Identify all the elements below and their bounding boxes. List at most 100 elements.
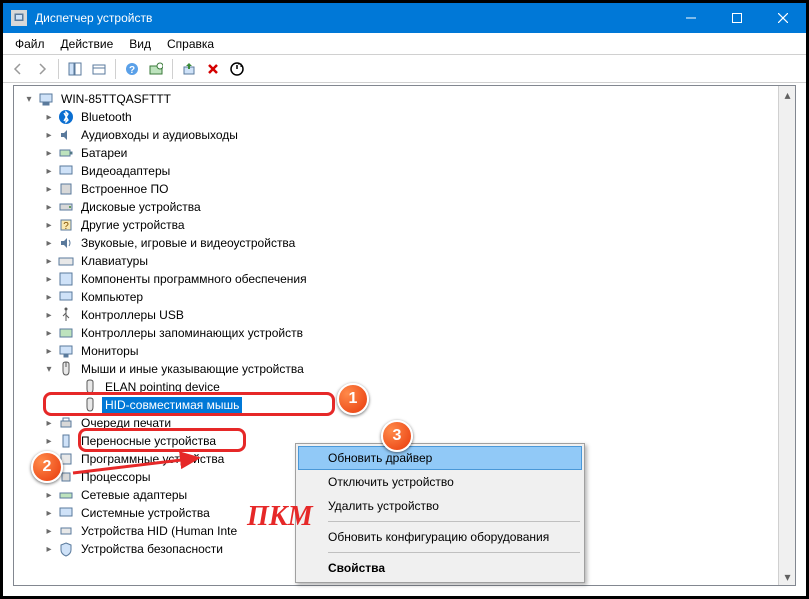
- tree-category[interactable]: ▸Батареи: [14, 144, 795, 162]
- minimize-button[interactable]: [668, 3, 714, 33]
- back-button[interactable]: [7, 58, 29, 80]
- disable-button[interactable]: [226, 58, 248, 80]
- printer-icon: [58, 415, 74, 431]
- tree-device-hid-mouse[interactable]: HID-совместимая мышь: [14, 396, 795, 414]
- computer-icon: [58, 289, 74, 305]
- tree-category[interactable]: ▸Контроллеры USB: [14, 306, 795, 324]
- chevron-right-icon[interactable]: ▸: [42, 326, 56, 340]
- tree-category[interactable]: ▸Дисковые устройства: [14, 198, 795, 216]
- menu-action[interactable]: Действие: [53, 34, 122, 54]
- battery-icon: [58, 145, 74, 161]
- badge-2: 2: [31, 451, 63, 483]
- properties-button[interactable]: [88, 58, 110, 80]
- chevron-right-icon[interactable]: ▸: [42, 416, 56, 430]
- portable-icon: [58, 433, 74, 449]
- update-driver-button[interactable]: [178, 58, 200, 80]
- tree-category[interactable]: ▸Контроллеры запоминающих устройств: [14, 324, 795, 342]
- chevron-right-icon[interactable]: ▸: [42, 272, 56, 286]
- menu-help[interactable]: Справка: [159, 34, 222, 54]
- chevron-right-icon[interactable]: ▸: [42, 146, 56, 160]
- chevron-right-icon[interactable]: ▸: [42, 308, 56, 322]
- firmware-icon: [58, 181, 74, 197]
- tree-root[interactable]: ▾ WIN-85TTQASFTTT: [14, 90, 795, 108]
- chevron-right-icon[interactable]: ▸: [42, 182, 56, 196]
- ctx-update-driver[interactable]: Обновить драйвер: [298, 446, 582, 470]
- mouse-icon: [82, 379, 98, 395]
- scroll-up-icon[interactable]: ▴: [779, 86, 796, 103]
- ctx-rescan[interactable]: Обновить конфигурацию оборудования: [298, 525, 582, 549]
- mouse-icon: [58, 361, 74, 377]
- chevron-right-icon[interactable]: ▸: [42, 236, 56, 250]
- tree-category[interactable]: ▸Клавиатуры: [14, 252, 795, 270]
- ctx-properties[interactable]: Свойства: [298, 556, 582, 580]
- bluetooth-icon: [58, 109, 74, 125]
- unknown-device-icon: ?: [58, 217, 74, 233]
- uninstall-button[interactable]: [202, 58, 224, 80]
- toolbar-separator: [58, 59, 59, 79]
- monitor-icon: [58, 343, 74, 359]
- chevron-right-icon[interactable]: ▸: [42, 164, 56, 178]
- chevron-right-icon[interactable]: ▸: [42, 542, 56, 556]
- badge-3: 3: [381, 420, 413, 452]
- disk-icon: [58, 199, 74, 215]
- sound-icon: [58, 235, 74, 251]
- tree-category[interactable]: ▸Аудиовходы и аудиовыходы: [14, 126, 795, 144]
- tree-category[interactable]: ▸Видеоадаптеры: [14, 162, 795, 180]
- maximize-button[interactable]: [714, 3, 760, 33]
- chevron-right-icon[interactable]: ▸: [42, 128, 56, 142]
- close-button[interactable]: [760, 3, 806, 33]
- scan-hardware-button[interactable]: [145, 58, 167, 80]
- pkm-label: ПКМ: [247, 501, 313, 533]
- help-button[interactable]: ?: [121, 58, 143, 80]
- ctx-separator: [328, 552, 580, 553]
- tree-category[interactable]: ▸Bluetooth: [14, 108, 795, 126]
- tree-category[interactable]: ▸Встроенное ПО: [14, 180, 795, 198]
- svg-text:?: ?: [63, 221, 69, 232]
- chevron-right-icon[interactable]: ▸: [42, 200, 56, 214]
- app-icon: [11, 10, 27, 26]
- ctx-remove-device[interactable]: Удалить устройство: [298, 494, 582, 518]
- toolbar-separator: [172, 59, 173, 79]
- system-icon: [58, 505, 74, 521]
- scroll-down-icon[interactable]: ▾: [779, 568, 796, 585]
- badge-1: 1: [337, 383, 369, 415]
- show-hide-tree-button[interactable]: [64, 58, 86, 80]
- titlebar: Диспетчер устройств: [3, 3, 806, 33]
- tree-category[interactable]: ▸Компоненты программного обеспечения: [14, 270, 795, 288]
- security-icon: [58, 541, 74, 557]
- ctx-separator: [328, 521, 580, 522]
- chevron-right-icon[interactable]: ▸: [42, 218, 56, 232]
- root-label: WIN-85TTQASFTTT: [58, 91, 174, 107]
- chevron-right-icon[interactable]: ▸: [42, 524, 56, 538]
- chevron-right-icon[interactable]: ▸: [42, 290, 56, 304]
- chevron-right-icon[interactable]: ▸: [42, 488, 56, 502]
- network-icon: [58, 487, 74, 503]
- tree-category[interactable]: ▸Звуковые, игровые и видеоустройства: [14, 234, 795, 252]
- usb-icon: [58, 307, 74, 323]
- chevron-right-icon[interactable]: ▸: [42, 110, 56, 124]
- tree-category[interactable]: ▸Компьютер: [14, 288, 795, 306]
- ctx-disable-device[interactable]: Отключить устройство: [298, 470, 582, 494]
- keyboard-icon: [58, 253, 74, 269]
- storage-controller-icon: [58, 325, 74, 341]
- chevron-right-icon[interactable]: ▸: [42, 506, 56, 520]
- svg-text:?: ?: [129, 65, 135, 76]
- hid-icon: [58, 523, 74, 539]
- chevron-down-icon[interactable]: ▾: [22, 92, 36, 106]
- tree-category[interactable]: ▸?Другие устройства: [14, 216, 795, 234]
- forward-button[interactable]: [31, 58, 53, 80]
- chevron-down-icon[interactable]: ▾: [42, 362, 56, 376]
- menu-file[interactable]: Файл: [7, 34, 53, 54]
- chevron-right-icon[interactable]: ▸: [42, 344, 56, 358]
- tree-device-elan[interactable]: ELAN pointing device: [14, 378, 795, 396]
- menu-view[interactable]: Вид: [121, 34, 159, 54]
- toolbar: ?: [3, 55, 806, 83]
- tree-category[interactable]: ▸Мониторы: [14, 342, 795, 360]
- context-menu: Обновить драйвер Отключить устройство Уд…: [295, 443, 585, 583]
- software-icon: [58, 271, 74, 287]
- chevron-right-icon[interactable]: ▸: [42, 434, 56, 448]
- tree-category-mice[interactable]: ▾Мыши и иные указывающие устройства: [14, 360, 795, 378]
- toolbar-separator: [115, 59, 116, 79]
- vertical-scrollbar[interactable]: ▴ ▾: [778, 86, 795, 585]
- chevron-right-icon[interactable]: ▸: [42, 254, 56, 268]
